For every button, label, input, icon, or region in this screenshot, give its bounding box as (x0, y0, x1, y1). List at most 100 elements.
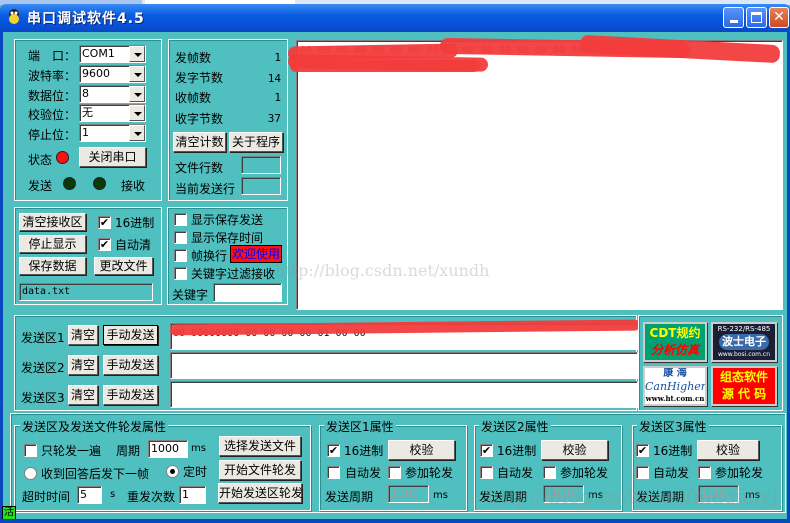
maximize-button[interactable] (746, 7, 767, 28)
area-1-auto-send-checkbox[interactable] (327, 466, 340, 479)
parity-select[interactable]: 无 (79, 104, 146, 122)
chevron-down-icon[interactable] (129, 125, 145, 141)
save-data-button[interactable]: 保存数据 (19, 257, 86, 275)
send-area-3-clear-button[interactable]: 清空 (68, 385, 98, 405)
close-button[interactable]: ✕ (769, 7, 789, 28)
area-1-hex-checkbox[interactable]: ✔ (327, 444, 340, 457)
maximize-icon (751, 12, 762, 23)
baud-select[interactable]: 9600 (79, 65, 146, 83)
area-2-auto-send-checkbox[interactable] (480, 466, 493, 479)
ad-zutai[interactable]: 组态软件 源 代 码 (711, 366, 777, 406)
retry-label: 重发次数 (127, 490, 176, 504)
hex-display-checkbox[interactable]: ✔ (98, 216, 111, 229)
close-port-button[interactable]: 关闭串口 (79, 147, 146, 167)
frame-newline-label: 帧换行 (191, 249, 228, 263)
area-2-props-title: 发送区2属性 (479, 418, 551, 435)
recv-bytes-label: 收字节数 (175, 112, 224, 126)
current-line-field (241, 177, 281, 195)
minimize-button[interactable] (723, 7, 744, 28)
area-3-hex-checkbox[interactable]: ✔ (636, 444, 649, 457)
area-3-props-title: 发送区3属性 (637, 418, 709, 435)
timed-radio[interactable] (166, 465, 179, 478)
keyword-input[interactable] (213, 283, 282, 302)
databits-select[interactable]: 8 (79, 85, 146, 103)
about-button[interactable]: 关于程序 (229, 132, 283, 152)
sent-frames-label: 发帧数 (175, 51, 212, 65)
area-2-join-cycle-checkbox[interactable] (543, 466, 556, 479)
file-lines-field (241, 156, 281, 174)
frame-newline-checkbox[interactable] (174, 249, 187, 262)
watermark-receive: http://blog.csdn.net/xundh (275, 261, 490, 280)
area-1-join-cycle-checkbox[interactable] (388, 466, 401, 479)
send-area-2-send-button[interactable]: 手动发送 (103, 355, 158, 375)
send-area-1-send-button[interactable]: 手动发送 (103, 325, 158, 345)
select-send-file-button[interactable]: 选择发送文件 (219, 436, 301, 456)
retry-input[interactable]: 1 (179, 486, 206, 504)
clear-count-button[interactable]: 清空计数 (173, 132, 226, 152)
area-3-auto-send-label: 自动发 (653, 466, 690, 480)
file-lines-label: 文件行数 (175, 161, 224, 175)
send-indicator-label: 发送 (28, 179, 53, 193)
area-1-period-input[interactable]: 1000 (388, 485, 429, 503)
start-file-cycle-button[interactable]: 开始文件轮发 (219, 460, 301, 480)
receive-indicator-label: 接收 (121, 179, 146, 193)
area-1-props-title: 发送区1属性 (324, 418, 396, 435)
area-1-auto-send-label: 自动发 (345, 466, 382, 480)
ad-cdt[interactable]: CDT规约 分析仿真 (643, 322, 707, 362)
show-save-send-checkbox[interactable] (174, 213, 187, 226)
ad-kanghai[interactable]: 康 海 CanHigher www.ht.com.cn (643, 366, 707, 406)
area-2-auto-send-label: 自动发 (497, 466, 534, 480)
recv-frames-value: 1 (274, 91, 281, 104)
timeout-label: 超时时间 (22, 490, 71, 504)
send-area-3-label: 发送区3 (21, 391, 65, 405)
chevron-down-icon[interactable] (129, 46, 145, 62)
port-select[interactable]: COM1 (79, 45, 146, 63)
keyword-label: 关键字 (172, 288, 209, 302)
period-label: 周期 (116, 444, 141, 458)
send-area-3-input[interactable] (170, 381, 638, 408)
chevron-down-icon[interactable] (129, 105, 145, 121)
baud-label: 波特率： (28, 69, 77, 83)
minimize-icon (729, 20, 738, 23)
area-1-hex-label: 16进制 (344, 444, 384, 458)
recv-bytes-value: 37 (267, 112, 281, 125)
chevron-down-icon[interactable] (129, 86, 145, 102)
close-icon: ✕ (773, 9, 785, 25)
send-area-2-input[interactable] (170, 352, 638, 379)
reply-next-radio[interactable] (24, 467, 37, 480)
auto-clear-checkbox[interactable]: ✔ (98, 238, 111, 251)
timeout-input[interactable]: 5 (77, 486, 102, 504)
checkmark-icon: ✔ (637, 444, 648, 457)
status-label: 状态 (28, 153, 53, 167)
status-led-icon (56, 151, 69, 164)
send-area-3-send-button[interactable]: 手动发送 (103, 385, 158, 405)
timed-label: 定时 (183, 465, 208, 479)
area-3-join-cycle-checkbox[interactable] (698, 466, 711, 479)
area-1-verify-button[interactable]: 校验 (388, 440, 455, 460)
cycle-props-title: 发送区及发送文件轮发属性 (20, 418, 169, 435)
stopbits-select[interactable]: 1 (79, 124, 146, 142)
chevron-down-icon[interactable] (129, 66, 145, 82)
area-2-verify-button[interactable]: 校验 (541, 440, 608, 460)
ad-bosi[interactable]: RS-232/RS-485 波士电子 www.bosi.com.cn (711, 322, 777, 362)
area-3-auto-send-checkbox[interactable] (636, 466, 649, 479)
show-save-time-checkbox[interactable] (174, 231, 187, 244)
change-file-button[interactable]: 更改文件 (94, 257, 153, 275)
sent-bytes-label: 发字节数 (175, 71, 224, 85)
hex-display-label: 16进制 (115, 216, 155, 230)
once-checkbox[interactable] (24, 444, 37, 457)
keyword-filter-checkbox[interactable] (174, 267, 187, 280)
filename-field[interactable]: data.txt (19, 283, 153, 301)
current-line-label: 当前发送行 (175, 182, 236, 196)
area-3-verify-button[interactable]: 校验 (697, 440, 759, 460)
area-2-hex-checkbox[interactable]: ✔ (480, 444, 493, 457)
period-input[interactable]: 1000 (148, 440, 188, 458)
send-area-2-clear-button[interactable]: 清空 (68, 355, 98, 375)
stop-display-button[interactable]: 停止显示 (19, 235, 86, 253)
start-area-cycle-button[interactable]: 开始发送区轮发 (218, 483, 303, 503)
clear-receive-button[interactable]: 清空接收区 (19, 213, 86, 231)
send-area-1-clear-button[interactable]: 清空 (68, 325, 98, 345)
show-save-send-label: 显示保存发送 (191, 213, 264, 227)
port-label: 端 口： (28, 49, 77, 63)
area-1-period-label: 发送周期 (325, 490, 374, 504)
